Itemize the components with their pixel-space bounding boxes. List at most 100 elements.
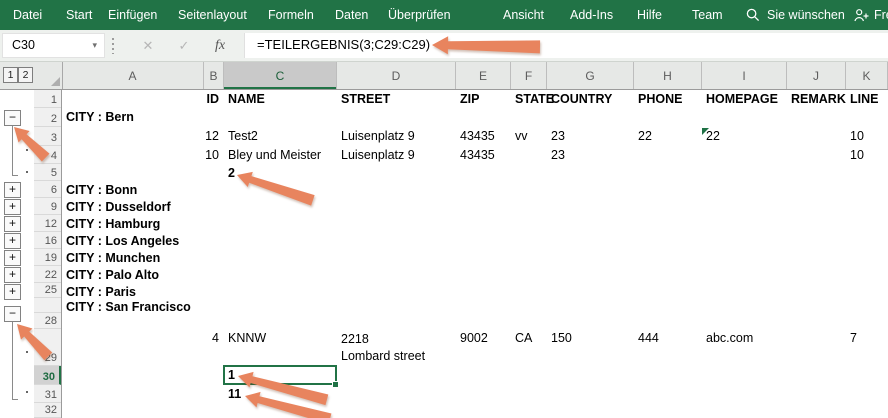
row-header-12[interactable]: 12 — [34, 215, 61, 232]
outline-expand-button-row-19[interactable]: + — [4, 250, 21, 266]
cell-a19[interactable]: CITY : Munchen — [62, 249, 204, 266]
cell-a16[interactable]: CITY : Los Angeles — [62, 232, 204, 249]
ribbon-tab-formeln[interactable]: Formeln — [268, 0, 314, 30]
cell-c1[interactable]: NAME — [224, 90, 337, 108]
ribbon-tab-einf-gen[interactable]: Einfügen — [108, 0, 157, 30]
cell-a12[interactable]: CITY : Hamburg — [62, 215, 204, 232]
ribbon-tab-ansicht[interactable]: Ansicht — [503, 0, 544, 30]
cell-d1[interactable]: STREET — [337, 90, 456, 108]
cell-h3[interactable]: 22 — [634, 127, 702, 146]
column-header-i[interactable]: I — [702, 62, 787, 89]
outline-expand-button-row-12[interactable]: + — [4, 216, 21, 232]
cell-a25[interactable]: CITY : Paris — [62, 283, 204, 299]
row-header-3[interactable]: 3 — [34, 127, 61, 146]
cell-d4[interactable]: Luisenplatz 9 — [337, 146, 456, 164]
cell-c29[interactable]: KNNW — [224, 329, 337, 366]
row-header-25[interactable]: 25 — [34, 283, 61, 298]
cell-b1[interactable]: ID — [204, 90, 224, 108]
row-header-28[interactable]: 28 — [34, 313, 61, 329]
cell-b3[interactable]: 12 — [204, 127, 224, 146]
cell-f1[interactable]: STATE — [511, 90, 554, 108]
outline-expand-button-row-6[interactable]: + — [4, 182, 21, 198]
column-header-f[interactable]: F — [511, 62, 547, 89]
outline-expand-button-row-22[interactable]: + — [4, 267, 21, 283]
ribbon-tab-add-ins[interactable]: Add-Ins — [570, 0, 613, 30]
cell-k29[interactable]: 7 — [846, 329, 888, 366]
cell-c3[interactable]: Test2 — [224, 127, 337, 146]
cell-h29[interactable]: 444 — [634, 329, 702, 366]
select-all-button[interactable] — [34, 62, 63, 89]
row-header-19[interactable]: 19 — [34, 249, 61, 266]
cell-k1[interactable]: LINE — [846, 90, 888, 108]
name-box-dropdown-icon[interactable]: ▾ — [92, 34, 97, 57]
tell-me-search[interactable]: Sie wünschen — [746, 0, 845, 30]
cell-a9[interactable]: CITY : Dusseldorf — [62, 198, 204, 215]
outline-collapse-button-bottom[interactable]: − — [4, 306, 21, 322]
cell-b4[interactable]: 10 — [204, 146, 224, 164]
cell-g1[interactable]: COUNTRY — [547, 90, 634, 108]
row-header-6[interactable]: 6 — [34, 181, 61, 198]
outline-expand-button-row-25[interactable]: + — [4, 284, 21, 300]
cell-k3[interactable]: 10 — [846, 127, 888, 146]
cancel-button[interactable]: ✕ — [136, 33, 160, 58]
cell-c31[interactable]: 11 — [224, 385, 337, 403]
cell-d3[interactable]: Luisenplatz 9 — [337, 127, 456, 146]
row-header-9[interactable]: 9 — [34, 198, 61, 215]
cell-e4[interactable]: 43435 — [456, 146, 511, 164]
row-header-1[interactable]: 1 — [34, 90, 61, 108]
cell-a22[interactable]: CITY : Palo Alto — [62, 266, 204, 283]
outline-level-2-button[interactable]: 2 — [18, 67, 33, 83]
row-header-2[interactable]: 2 — [34, 108, 61, 127]
formula-bar-drag-handle[interactable] — [112, 38, 114, 54]
outline-level-1-button[interactable]: 1 — [3, 67, 18, 83]
ribbon-tab-start[interactable]: Start — [66, 0, 92, 30]
cell-h1[interactable]: PHONE — [634, 90, 702, 108]
ribbon-tab-team[interactable]: Team — [692, 0, 723, 30]
column-header-a[interactable]: A — [62, 62, 204, 89]
share-button[interactable]: Freigeben — [854, 0, 888, 30]
cell-e3[interactable]: 43435 — [456, 127, 511, 146]
row-header-16[interactable]: 16 — [34, 232, 61, 249]
row-header-5[interactable]: 5 — [34, 164, 61, 181]
insert-function-button[interactable]: fx — [208, 33, 232, 58]
row-header-4[interactable]: 4 — [34, 146, 61, 164]
cell-d29[interactable]: 2218 Lombard street — [337, 329, 456, 366]
column-header-j[interactable]: J — [787, 62, 846, 89]
cell-i1[interactable]: HOMEPAGE — [702, 90, 787, 108]
enter-button[interactable]: ✓ — [172, 33, 196, 58]
ribbon-tab-datei[interactable]: Datei — [13, 0, 42, 30]
cell-a6[interactable]: CITY : Bonn — [62, 181, 204, 198]
cell-g4[interactable]: 23 — [547, 146, 634, 164]
cell-k4[interactable]: 10 — [846, 146, 888, 164]
cell-c4[interactable]: Bley und Meister — [224, 146, 337, 164]
outline-expand-button-row-16[interactable]: + — [4, 233, 21, 249]
cell-e29[interactable]: 9002 — [456, 329, 511, 366]
row-header-30[interactable]: 30 — [34, 366, 61, 385]
column-header-h[interactable]: H — [634, 62, 702, 89]
cell-a27[interactable]: CITY : San Francisco — [62, 298, 204, 314]
row-header-22[interactable]: 22 — [34, 266, 61, 283]
cell-i29[interactable]: abc.com — [702, 329, 787, 366]
row-header-29[interactable]: 29 — [34, 329, 61, 366]
cell-a2[interactable]: CITY : Bern — [62, 108, 204, 127]
column-header-b[interactable]: B — [204, 62, 224, 89]
cell-f3[interactable]: vv — [511, 127, 547, 146]
ribbon-tab--berpr-fen[interactable]: Überprüfen — [388, 0, 451, 30]
cell-e1[interactable]: ZIP — [456, 90, 511, 108]
ribbon-tab-seitenlayout[interactable]: Seitenlayout — [178, 0, 247, 30]
column-header-g[interactable]: G — [547, 62, 634, 89]
column-header-d[interactable]: D — [337, 62, 456, 89]
cell-i3[interactable]: 22 — [702, 127, 787, 146]
cell-g29[interactable]: 150 — [547, 329, 634, 366]
column-header-e[interactable]: E — [456, 62, 511, 89]
cell-c5[interactable]: 2 — [224, 164, 337, 181]
column-header-k[interactable]: K — [846, 62, 888, 89]
row-header-31[interactable]: 31 — [34, 385, 61, 403]
formula-input[interactable]: =TEILERGEBNIS(3;C29:C29) — [244, 33, 888, 58]
column-header-c[interactable]: C — [224, 62, 337, 89]
outline-expand-button-row-9[interactable]: + — [4, 199, 21, 215]
row-header-32[interactable]: 32 — [34, 403, 61, 418]
cell-g3[interactable]: 23 — [547, 127, 634, 146]
cell-f29[interactable]: CA — [511, 329, 547, 366]
outline-collapse-button-top[interactable]: − — [4, 110, 21, 126]
